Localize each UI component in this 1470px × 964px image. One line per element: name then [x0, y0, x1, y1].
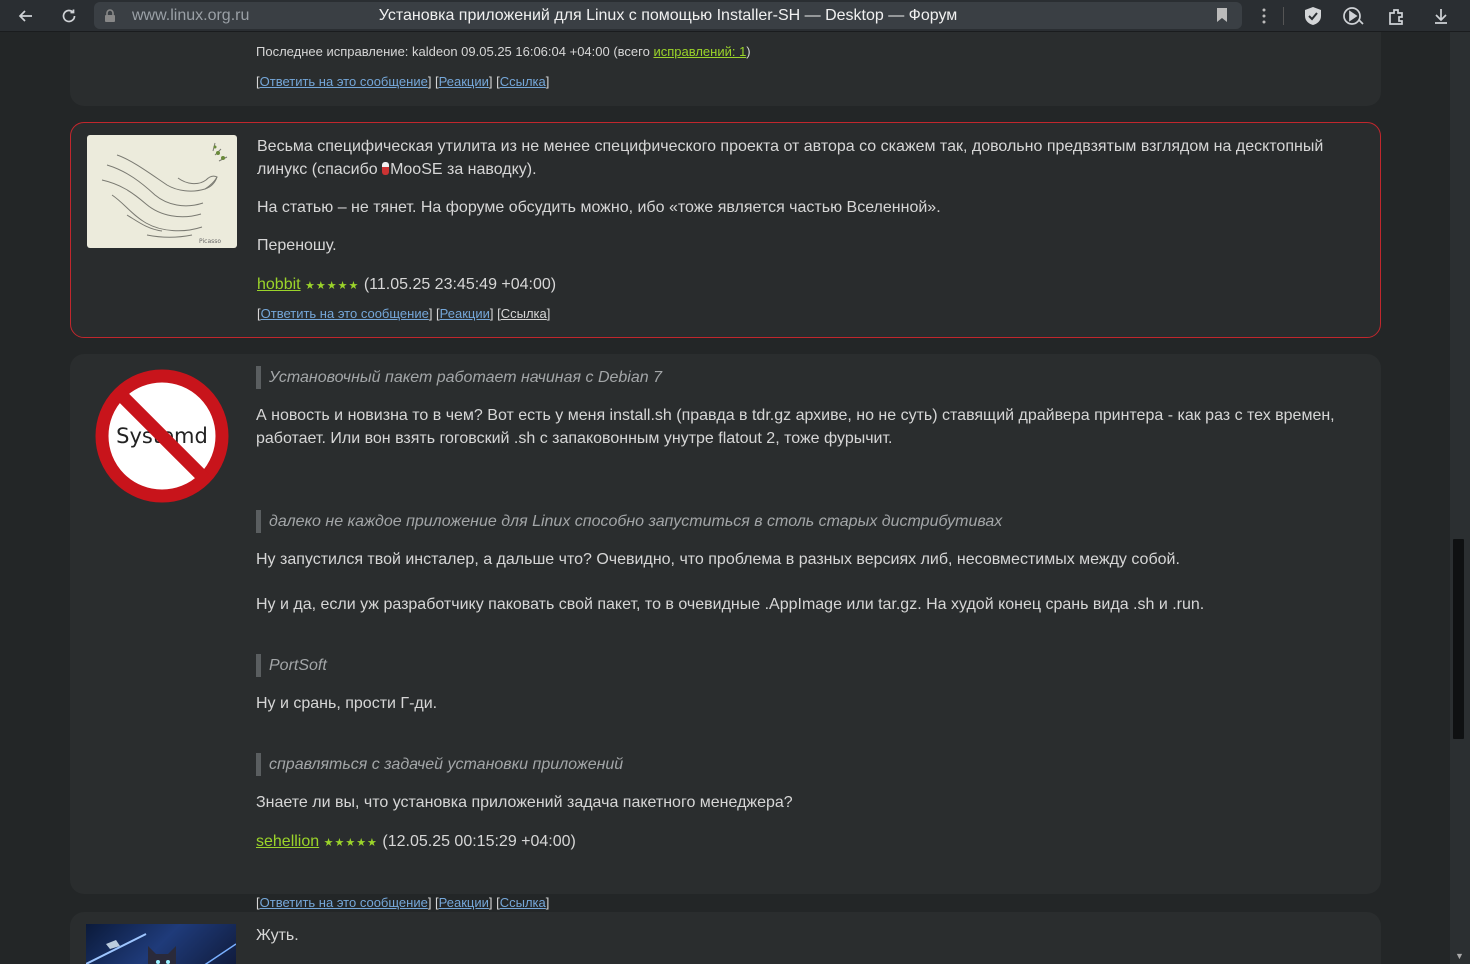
paragraph: А новость и новизна то в чем? Вот есть у…: [256, 407, 1335, 447]
post-body: Весьма специфическая утилита из не менее…: [257, 135, 1337, 298]
paragraph: Весьма специфическая утилита из не менее…: [257, 138, 1324, 178]
post-body: Жуть.: [256, 924, 299, 947]
paragraph: На статью – не тянет. На форуме обсудить…: [257, 199, 941, 216]
space-cat-art: [86, 933, 236, 964]
artist-signature: Picasso: [199, 238, 221, 245]
reactions-link[interactable]: Реакции: [439, 895, 489, 910]
permalink[interactable]: Ссылка: [500, 74, 546, 89]
last-edit-text: Последнее исправление: kaldeon 09.05.25 …: [256, 44, 654, 59]
quote: Установочный пакет работает начиная с De…: [256, 366, 1346, 389]
no-systemd-sign: Systemd: [95, 369, 229, 503]
post-date: (12.05.25 00:15:29 +04:00): [382, 833, 576, 850]
post-body: Установочный пакет работает начиная с De…: [256, 366, 1346, 855]
paragraph: Ну и срань, прости Г-ди.: [256, 695, 438, 712]
post-date: (11.05.25 23:45:49 +04:00): [363, 276, 557, 293]
mentioned-user[interactable]: MooSE: [390, 161, 442, 178]
reload-icon[interactable]: [56, 3, 82, 29]
paragraph: Переношу.: [257, 237, 337, 254]
bookmark-icon[interactable]: [1216, 7, 1228, 28]
shield-icon[interactable]: [1300, 3, 1326, 29]
author-link[interactable]: hobbit: [257, 276, 301, 293]
quote: PortSoft: [256, 654, 1346, 677]
player-icon[interactable]: [1341, 3, 1367, 29]
rating-stars: ★★★★★: [305, 280, 360, 292]
avatar: Picasso: [87, 135, 237, 248]
reply-link[interactable]: Ответить на это сообщение: [261, 306, 429, 321]
download-icon[interactable]: [1428, 3, 1454, 29]
quote: справляться с задачей установки приложен…: [256, 753, 1346, 776]
avatar: [86, 924, 236, 964]
forum-post-highlighted: Picasso Весьма специфическая утилита из …: [70, 122, 1381, 338]
scroll-down-arrow-icon[interactable]: ▼: [1455, 951, 1464, 961]
post-actions: [Ответить на это сообщение] [Реакции] [С…: [257, 306, 551, 321]
post-actions: [Ответить на это сообщение] [Реакции] [С…: [256, 895, 550, 910]
page-content: Последнее исправление: kaldeon 09.05.25 …: [0, 32, 1450, 964]
avatar: Systemd: [94, 368, 230, 504]
edit-count-link[interactable]: исправлений: 1: [653, 44, 746, 59]
forum-post: Жуть.: [70, 912, 1381, 964]
reply-link[interactable]: Ответить на это сообщение: [260, 74, 428, 89]
quote: далеко не каждое приложение для Linux сп…: [256, 510, 1346, 533]
dove-drawing: Picasso: [101, 142, 228, 245]
forum-post: Последнее исправление: kaldeon 09.05.25 …: [70, 32, 1381, 106]
permalink[interactable]: Ссылка: [501, 306, 547, 321]
extensions-icon[interactable]: [1384, 3, 1410, 29]
paragraph: Жуть.: [256, 927, 299, 944]
signature-line: hobbit ★★★★★ (11.05.25 23:45:49 +04:00): [257, 273, 1337, 298]
reply-link[interactable]: Ответить на это сообщение: [260, 895, 428, 910]
user-icon: [382, 162, 390, 175]
last-edit-suffix: ): [746, 44, 751, 59]
page-title: Установка приложений для Linux с помощью…: [378, 7, 958, 24]
scrollbar-thumb[interactable]: [1453, 539, 1464, 739]
browser-toolbar: www.linux.org.ru Установка приложений дл…: [0, 0, 1470, 32]
paragraph: Знаете ли вы, что установка приложений з…: [256, 794, 793, 811]
paragraph: Ну и да, если уж разработчику паковать с…: [256, 596, 1205, 613]
reactions-link[interactable]: Реакции: [439, 74, 489, 89]
rating-stars: ★★★★★: [323, 837, 378, 849]
menu-dots-icon[interactable]: [1251, 3, 1277, 29]
toolbar-separator: [1283, 7, 1284, 25]
back-arrow-icon[interactable]: [13, 3, 39, 29]
signature-line: sehellion ★★★★★ (12.05.25 00:15:29 +04:0…: [256, 830, 1346, 855]
reactions-link[interactable]: Реакции: [440, 306, 490, 321]
last-edit-line: Последнее исправление: kaldeon 09.05.25 …: [256, 43, 1356, 61]
author-link[interactable]: sehellion: [256, 833, 319, 850]
post-actions: [Ответить на это сообщение] [Реакции] [С…: [256, 74, 550, 89]
address-bar[interactable]: www.linux.org.ru Установка приложений дл…: [94, 2, 1242, 29]
forum-post: Systemd Установочный пакет работает начи…: [70, 354, 1381, 910]
paragraph: Ну запустился твой инсталер, а дальше чт…: [256, 551, 1180, 568]
permalink[interactable]: Ссылка: [500, 895, 546, 910]
scrollbar-track[interactable]: [1450, 32, 1470, 964]
